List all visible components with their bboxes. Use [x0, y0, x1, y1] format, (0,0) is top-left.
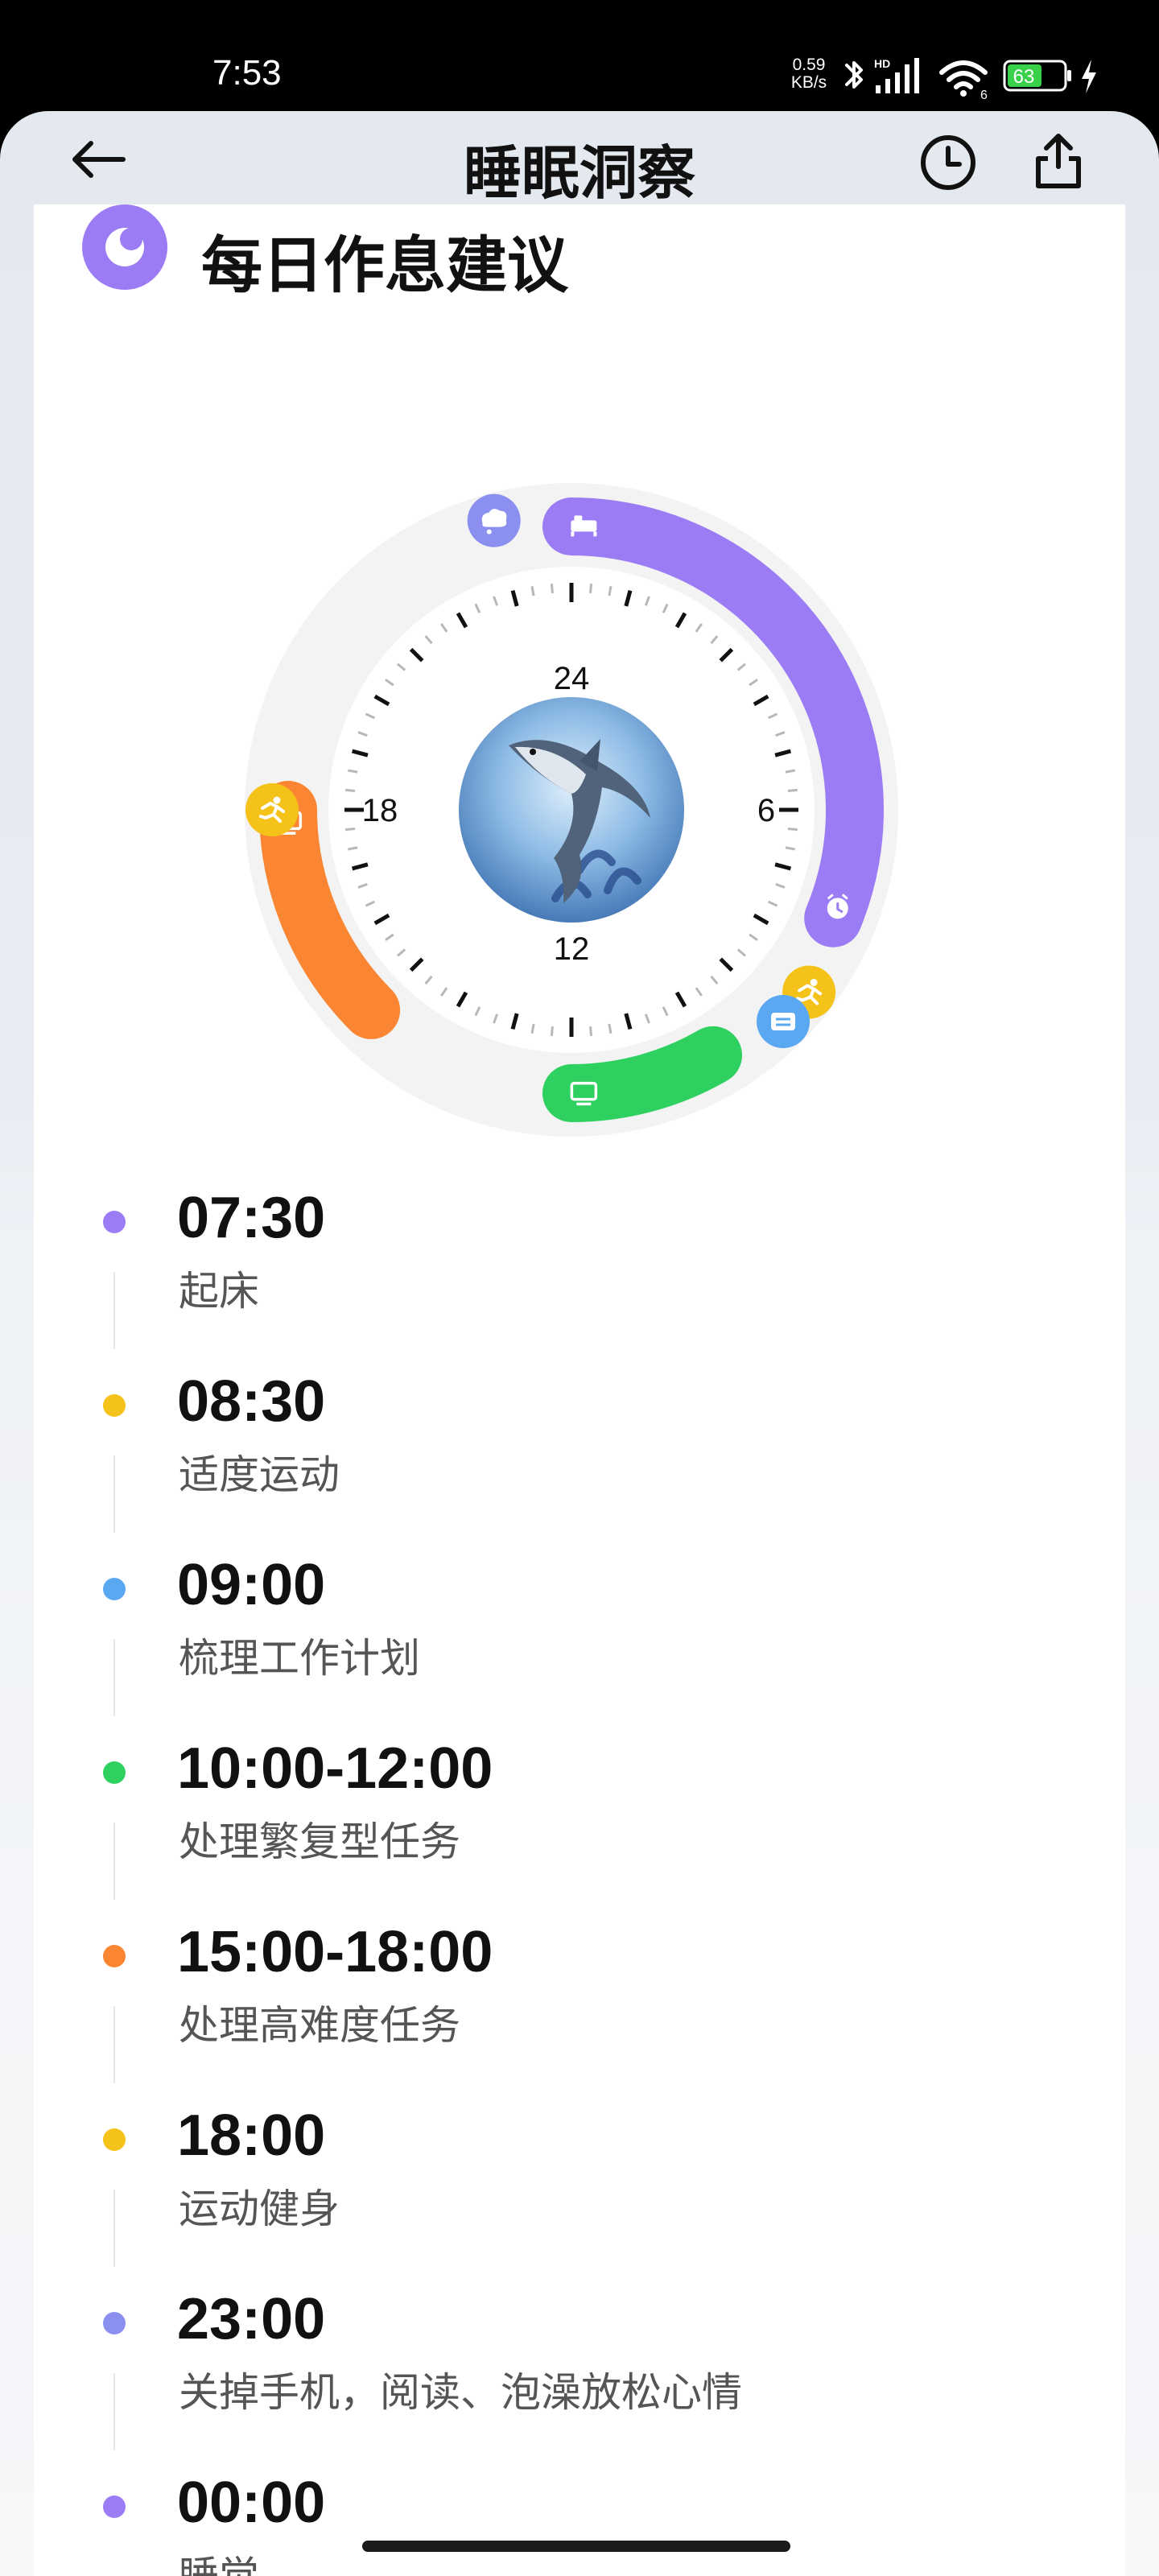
schedule-item: 15:00-18:00 处理高难度任务	[34, 1920, 1125, 2112]
clock-tick	[530, 586, 535, 597]
schedule-time: 00:00	[177, 2471, 326, 2535]
clock-tick	[550, 583, 554, 594]
schedule-description: 适度运动	[179, 1451, 340, 1498]
battery-level: 63	[1013, 66, 1035, 88]
clock-tick	[785, 846, 795, 851]
plan-work-marker	[757, 995, 810, 1049]
clock-tick	[348, 769, 358, 774]
schedule-description: 运动健身	[179, 2186, 340, 2232]
schedule-description: 处理繁复型任务	[179, 1818, 460, 1865]
clock-tick	[787, 788, 798, 792]
page-title: 睡眠洞察	[463, 139, 695, 207]
clock-tick	[787, 828, 798, 832]
schedule-time: 09:00	[177, 1553, 326, 1617]
relax-marker	[467, 493, 521, 547]
schedule-item: 23:00 关掉手机，阅读、泡澡放松心情	[34, 2287, 1125, 2479]
clock-tick	[608, 586, 612, 597]
shark-illustration	[459, 697, 684, 923]
history-button[interactable]	[916, 130, 980, 195]
wifi-6-label: 6	[980, 89, 988, 100]
schedule-description: 处理高难度任务	[179, 2002, 460, 2049]
bluetooth-icon	[845, 61, 863, 89]
timeline-connector	[113, 2190, 115, 2267]
timeline-connector	[113, 2373, 115, 2450]
schedule-item: 07:30 起床	[34, 1186, 1125, 1378]
network-speed-value: 0.59	[792, 56, 826, 74]
schedule-item: 18:00 运动健身	[34, 2103, 1125, 2296]
timeline-dot	[103, 1394, 126, 1417]
hour-label-12: 12	[554, 931, 590, 967]
timeline-dot	[103, 2312, 126, 2334]
clock-tick	[608, 1023, 612, 1034]
status-time: 7:53	[212, 53, 282, 93]
clock-tick	[530, 1023, 535, 1034]
schedule-time: 10:00-12:00	[177, 1736, 493, 1801]
timeline-dot	[103, 2128, 126, 2151]
status-bar: 7:53 0.59 KB/s HD 6 63	[0, 0, 1159, 113]
timeline-connector	[113, 1272, 115, 1349]
battery-icon: 63	[1003, 60, 1071, 92]
home-indicator[interactable]	[362, 2541, 790, 2552]
network-speed-unit: KB/s	[790, 73, 827, 92]
schedule-description: 起床	[179, 1268, 259, 1315]
schedule-time: 23:00	[177, 2287, 326, 2351]
hour-label-18: 18	[362, 793, 398, 828]
timeline-dot	[103, 1945, 126, 1967]
clock-tick	[589, 1026, 593, 1037]
cellular-signal-icon: HD	[874, 57, 919, 93]
clock-tick	[550, 1026, 554, 1037]
timeline-dot	[103, 1211, 126, 1233]
timeline-connector	[113, 1639, 115, 1716]
clock-tick	[344, 828, 356, 832]
share-button[interactable]	[1022, 127, 1095, 195]
hour-label-6: 6	[757, 793, 775, 828]
timeline-connector	[113, 2006, 115, 2083]
alarm-clock-icon	[827, 894, 848, 919]
timeline-dot	[103, 1761, 126, 1784]
timeline-connector	[113, 1455, 115, 1533]
schedule-item: 09:00 梳理工作计划	[34, 1553, 1125, 1745]
daily-schedule-card: 每日作息建议 24 6 12 18 07:30 起床 08:30 适度运动 09…	[34, 204, 1125, 2576]
clock-history-icon	[921, 135, 975, 190]
exercise-evening-marker	[245, 783, 299, 836]
schedule-description: 梳理工作计划	[179, 1635, 420, 1682]
header: 睡眠洞察	[0, 111, 1159, 207]
timeline-dot	[103, 2496, 126, 2518]
clock-tick	[348, 846, 358, 851]
daily-clock-wheel: 24 6 12 18	[241, 480, 901, 1140]
share-icon	[1036, 134, 1081, 188]
schedule-time: 08:30	[177, 1369, 326, 1434]
signal-hd-label: HD	[874, 57, 890, 70]
moon-icon	[105, 228, 144, 266]
section-title: 每日作息建议	[201, 229, 568, 301]
schedule-item: 00:00 睡觉	[34, 2471, 1125, 2576]
schedule-time: 15:00-18:00	[177, 1920, 493, 1984]
network-speed: 0.59 KB/s	[781, 56, 837, 92]
moon-badge	[82, 204, 167, 290]
schedule-time: 07:30	[177, 1186, 326, 1250]
clock-tick	[344, 788, 356, 792]
shark-icon	[459, 697, 684, 923]
hour-label-24: 24	[554, 661, 590, 696]
schedule-time: 18:00	[177, 2103, 326, 2168]
clock-tick	[785, 769, 795, 774]
schedule-item: 08:30 适度运动	[34, 1369, 1125, 1562]
timeline-connector	[113, 1823, 115, 1900]
timeline-dot	[103, 1578, 126, 1600]
wifi-icon: 6	[939, 60, 988, 100]
schedule-description: 关掉手机，阅读、泡澡放松心情	[179, 2369, 742, 2416]
app-screen: 睡眠洞察 每日作息建议 24 6 12 18 07:30 起床 08:30 适度…	[0, 111, 1159, 2576]
schedule-item: 10:00-12:00 处理繁复型任务	[34, 1736, 1125, 1929]
charging-icon	[1082, 60, 1096, 93]
schedule-description: 睡觉	[179, 2553, 259, 2576]
clock-tick	[589, 583, 593, 594]
